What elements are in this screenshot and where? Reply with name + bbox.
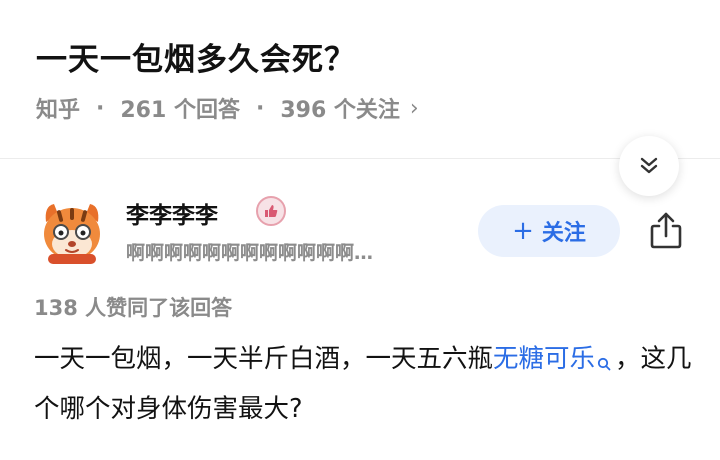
- answer-text-part1: 一天一包烟，一天半斤白酒，一天五六瓶: [34, 344, 494, 374]
- share-button[interactable]: [644, 206, 688, 254]
- search-icon: [597, 340, 611, 386]
- author-name[interactable]: 李李李李: [126, 196, 218, 230]
- question-title: 一天一包烟多久会死？: [36, 42, 356, 78]
- thumbs-up-badge-icon: [256, 196, 286, 226]
- share-icon: [650, 212, 682, 249]
- author-bio: 啊啊啊啊啊啊啊啊啊啊啊啊…: [126, 242, 374, 264]
- chevron-right-icon: ›: [409, 95, 419, 121]
- tiger-avatar-icon: [35, 193, 109, 267]
- search-link[interactable]: 无糖可乐: [493, 344, 595, 374]
- follower-count: 396 个关注: [280, 98, 400, 123]
- avatar[interactable]: [34, 192, 110, 268]
- follow-label: 关注: [541, 221, 586, 246]
- separator-dot: ·: [255, 95, 265, 121]
- answer-text[interactable]: 一天一包烟，一天半斤白酒，一天五六瓶无糖可乐 ，这几个哪个对身体伤害最大?: [34, 336, 694, 432]
- vote-count: 138 人赞同了该回答: [34, 296, 233, 320]
- separator-dot: ·: [96, 95, 105, 121]
- divider: [0, 158, 720, 159]
- expand-button[interactable]: [619, 136, 679, 196]
- plus-icon: +: [512, 216, 534, 246]
- double-chevron-down-icon: [640, 157, 658, 174]
- follow-button[interactable]: + 关注: [478, 205, 620, 257]
- source-label: 知乎: [36, 98, 81, 123]
- question-meta[interactable]: 知乎 · 261 个回答 · 396 个关注 ›: [36, 92, 419, 124]
- answer-count: 261 个回答: [120, 98, 240, 123]
